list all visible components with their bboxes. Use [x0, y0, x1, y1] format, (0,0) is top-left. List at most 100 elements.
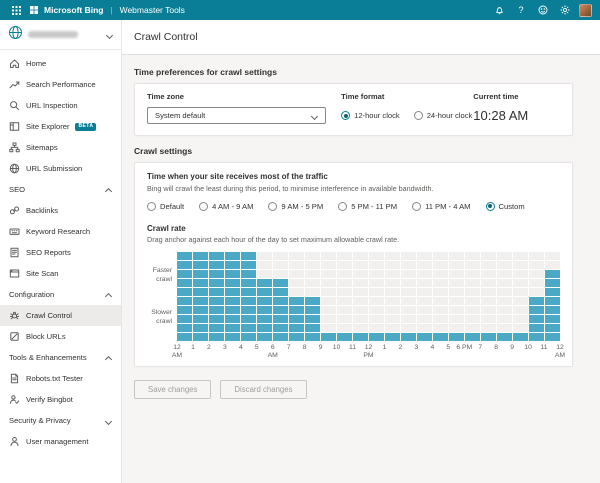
traffic-time-radio-4-am-9-am[interactable]: 4 AM - 9 AM [199, 201, 253, 211]
microsoft-logo-icon [30, 6, 38, 14]
waffle-icon[interactable] [8, 2, 24, 18]
crawl-rate-column-2-am[interactable] [209, 251, 224, 341]
crawl-rate-column-10-pm[interactable] [529, 251, 544, 341]
crawl-rate-column-9-am[interactable] [321, 251, 336, 341]
sidebar-item-user-management[interactable]: User management [0, 431, 121, 452]
sidebar-section-tools-enhancements[interactable]: Tools & Enhancements [0, 347, 121, 368]
crawl-rate-bar[interactable] [433, 332, 448, 341]
timezone-select[interactable]: System default [147, 107, 326, 124]
bell-icon[interactable] [491, 2, 507, 18]
crawl-rate-bar[interactable] [497, 332, 512, 341]
sidebar-item-block-urls[interactable]: Block URLs [0, 326, 121, 347]
sidebar-item-url-inspection[interactable]: URL Inspection [0, 95, 121, 116]
sidebar-section-configuration[interactable]: Configuration [0, 284, 121, 305]
traffic-time-radio-9-am-5-pm[interactable]: 9 AM - 5 PM [268, 201, 323, 211]
crawl-rate-bar[interactable] [369, 332, 384, 341]
crawl-rate-bar[interactable] [225, 251, 240, 341]
crawl-rate-column-11-pm[interactable] [545, 251, 560, 341]
traffic-time-radio-5-pm-11-pm[interactable]: 5 PM - 11 PM [338, 201, 397, 211]
chart-x-axis: 12 AM 1 2 3 4 5 6 AM 7 8 9 10 11 12 PM 1 2 3 4 5 6 PM 7 8 9 10… [172, 341, 565, 359]
sidebar-item-seo-reports[interactable]: SEO Reports [0, 242, 121, 263]
crawl-rate-column-12-pm[interactable] [369, 251, 384, 341]
crawl-rate-column-7-am[interactable] [289, 251, 304, 341]
crawl-rate-bar[interactable] [305, 296, 320, 341]
crawl-rate-bar[interactable] [545, 269, 560, 341]
crawl-rate-bar[interactable] [337, 332, 352, 341]
sidebar-item-site-explorer[interactable]: Site Explorer BETA [0, 116, 121, 137]
sidebar-section-security-privacy[interactable]: Security & Privacy [0, 410, 121, 431]
crawl-rate-bar[interactable] [529, 296, 544, 341]
crawl-rate-column-1-am[interactable] [193, 251, 208, 341]
settings-gear-icon[interactable] [557, 2, 573, 18]
crawl-rate-bar[interactable] [273, 278, 288, 341]
crawl-rate-bar[interactable] [513, 332, 528, 341]
crawl-rate-bar[interactable] [385, 332, 400, 341]
crawl-rate-column-4-am[interactable] [241, 251, 256, 341]
crawl-rate-bar[interactable] [449, 332, 464, 341]
traffic-time-radio-custom[interactable]: Custom [485, 201, 525, 211]
chevron-up-icon [106, 292, 112, 298]
crawl-rate-column-3-am[interactable] [225, 251, 240, 341]
crawl-rate-bar[interactable] [353, 332, 368, 341]
sidebar-item-label: Search Performance [26, 80, 96, 89]
crawl-rate-column-10-am[interactable] [337, 251, 352, 341]
chevron-down-icon [106, 418, 112, 424]
time-format-radio-12-hour-clock[interactable]: 12-hour clock [341, 111, 400, 120]
crawl-rate-bar[interactable] [465, 332, 480, 341]
traffic-time-radio-11-pm-4-am[interactable]: 11 PM - 4 AM [412, 201, 471, 211]
sidebar-item-url-submission[interactable]: URL Submission [0, 158, 121, 179]
crawl-rate-column-9-pm[interactable] [513, 251, 528, 341]
site-profile-selector[interactable] [0, 20, 121, 50]
save-changes-button[interactable]: Save changes [134, 380, 212, 399]
x-axis-tick: 12 AM [554, 344, 566, 360]
brand-name[interactable]: Microsoft Bing [44, 5, 104, 15]
crawl-rate-column-5-pm[interactable] [449, 251, 464, 341]
crawl-rate-column-11-am[interactable] [353, 251, 368, 341]
time-format-radio-24-hour-clock[interactable]: 24-hour clock [413, 111, 472, 120]
crawl-rate-column-7-pm[interactable] [481, 251, 496, 341]
crawl-rate-bar[interactable] [289, 296, 304, 341]
crawl-rate-bar[interactable] [177, 251, 192, 341]
crawl-rate-bar[interactable] [257, 278, 272, 341]
sidebar-item-crawl-control[interactable]: Crawl Control [0, 305, 121, 326]
sidebar-item-verify-bingbot[interactable]: Verify Bingbot [0, 389, 121, 410]
timezone-label: Time zone [147, 92, 184, 101]
sidebar-item-site-scan[interactable]: Site Scan [0, 263, 121, 284]
sidebar-item-label: Sitemaps [26, 143, 58, 152]
crawl-rate-bar[interactable] [193, 251, 208, 341]
x-axis-tick: 3 [222, 344, 227, 351]
x-axis-tick: 5 [254, 344, 259, 351]
crawl-rate-column-8-am[interactable] [305, 251, 320, 341]
app-name[interactable]: Webmaster Tools [120, 5, 185, 15]
help-icon[interactable]: ? [513, 2, 529, 18]
crawl-rate-bar[interactable] [241, 251, 256, 341]
user-avatar[interactable] [579, 3, 592, 17]
sidebar-item-home[interactable]: Home [0, 53, 121, 74]
sidebar-item-search-performance[interactable]: Search Performance [0, 74, 121, 95]
crawl-rate-bar[interactable] [481, 332, 496, 341]
feedback-smiley-icon[interactable] [535, 2, 551, 18]
crawl-rate-column-4-pm[interactable] [433, 251, 448, 341]
sidebar-item-sitemaps[interactable]: Sitemaps [0, 137, 121, 158]
crawl-rate-column-6-pm[interactable] [465, 251, 480, 341]
traffic-time-radio-default[interactable]: Default [147, 201, 184, 211]
crawl-rate-column-6-am[interactable] [273, 251, 288, 341]
sidebar-item-backlinks[interactable]: Backlinks [0, 200, 121, 221]
crawl-rate-column-8-pm[interactable] [497, 251, 512, 341]
crawl-rate-bar[interactable] [417, 332, 432, 341]
crawl-rate-bar[interactable] [209, 251, 224, 341]
crawl-rate-bar[interactable] [401, 332, 416, 341]
sidebar-section-seo[interactable]: SEO [0, 179, 121, 200]
current-time-label: Current time [473, 92, 519, 101]
sidebar-item-keyword-research[interactable]: Keyword Research [0, 221, 121, 242]
discard-changes-button[interactable]: Discard changes [220, 380, 307, 399]
crawl-rate-bar[interactable] [321, 332, 336, 341]
crawl-rate-column-12-am[interactable] [177, 251, 192, 341]
crawl-rate-column-1-pm[interactable] [385, 251, 400, 341]
crawl-rate-column-2-pm[interactable] [401, 251, 416, 341]
crawl-rate-column-3-pm[interactable] [417, 251, 432, 341]
crawl-rate-column-5-am[interactable] [257, 251, 272, 341]
crawl-settings-card: Time when your site receives most of the… [134, 162, 573, 367]
sidebar-item-robots-txt-tester[interactable]: Robots.txt Tester [0, 368, 121, 389]
top-app-bar: Microsoft Bing | Webmaster Tools ? [0, 0, 600, 20]
